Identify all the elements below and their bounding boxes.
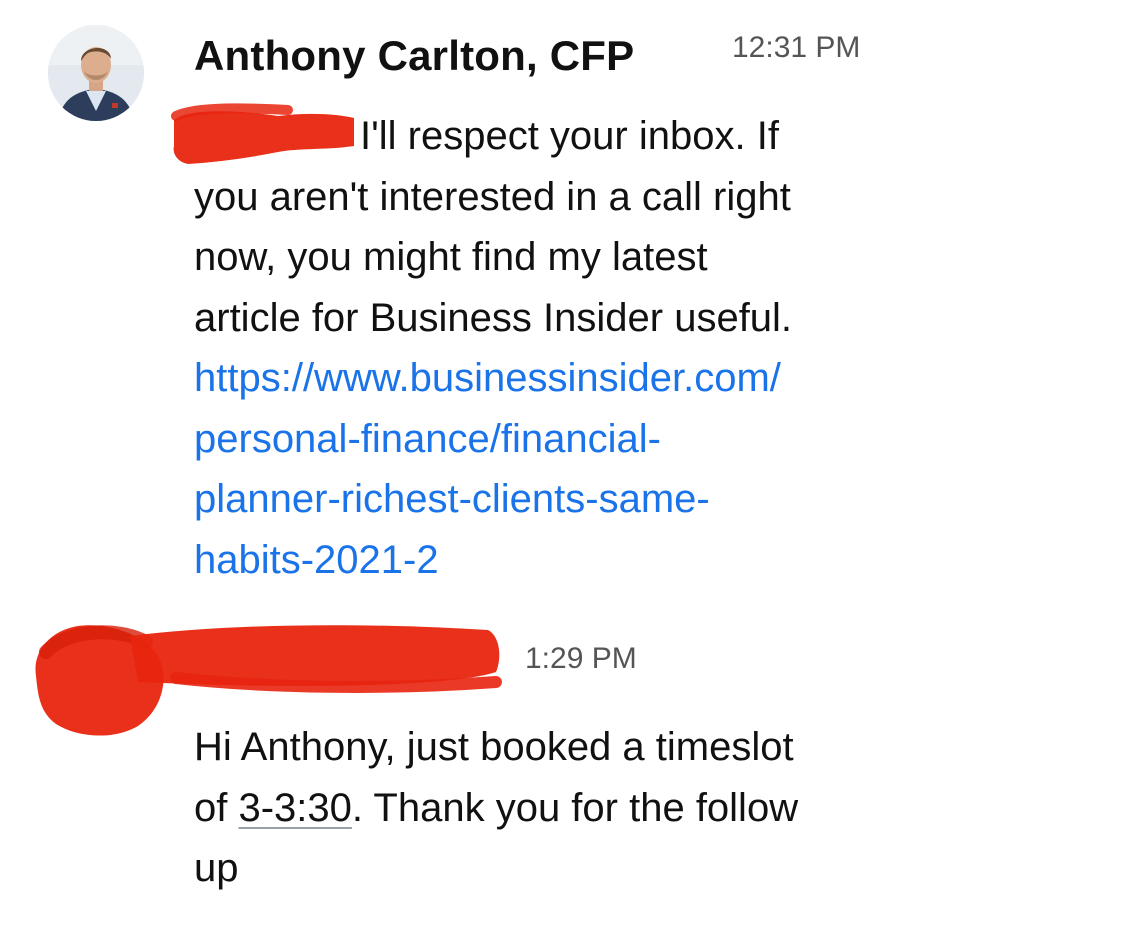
article-link[interactable]: personal-finance/financial- [194,409,974,470]
sender-avatar[interactable] [48,25,144,121]
time-range-link[interactable]: 3-3:30 [238,786,351,830]
message-text: I'll respect your inbox. If [360,114,779,158]
avatar-photo-icon [48,25,144,121]
message-line: Hi Anthony, just booked a timeslot [194,725,794,769]
article-link[interactable]: habits-2021-2 [194,530,974,591]
message-line: of 3-3:30. Thank you for the follow [194,785,799,830]
message-body: Hi Anthony, just booked a timeslot of 3-… [194,717,974,899]
redacted-name [194,123,360,153]
message-body: I'll respect your inbox. If you aren't i… [194,106,974,590]
message-line: I'll respect your inbox. If [194,106,974,167]
message-line: you aren't interested in a call right [194,174,791,219]
article-link[interactable]: https://www.businessinsider.com/ [194,348,974,409]
message-line: now, you might find my latest [194,235,708,279]
message-line: up [194,846,239,890]
message-line: article for Business Insider useful. [194,295,793,340]
message-timestamp: 12:31 PM [732,31,861,64]
article-link[interactable]: planner-richest-clients-same- [194,469,974,530]
sender-name[interactable]: Anthony Carlton, CFP [194,30,634,82]
message-timestamp: 1:29 PM [525,642,637,675]
